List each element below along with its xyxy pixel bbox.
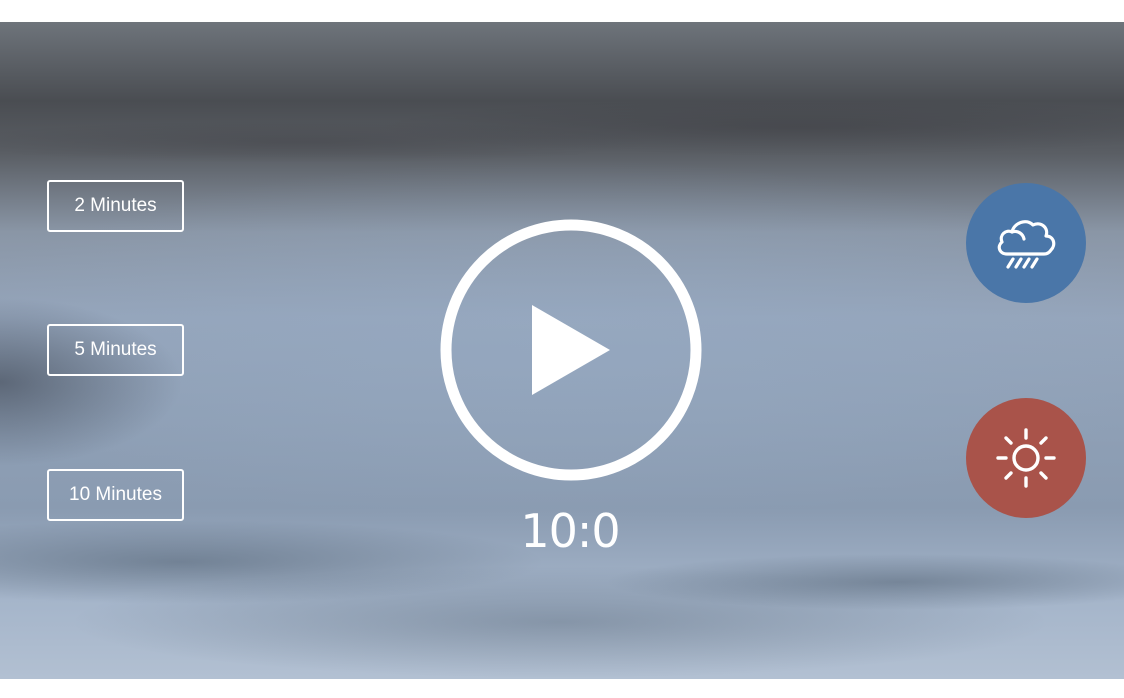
meditation-app: 2 Minutes 5 Minutes 10 Minutes 10:0 <box>0 22 1124 679</box>
duration-5-minutes-button[interactable]: 5 Minutes <box>47 324 184 376</box>
time-display: 10:0 <box>520 504 620 558</box>
play-button[interactable] <box>440 219 702 481</box>
duration-2-minutes-button[interactable]: 2 Minutes <box>47 180 184 232</box>
rain-button-bg <box>966 183 1086 303</box>
rain-sound-button[interactable] <box>966 183 1086 303</box>
duration-10-minutes-button[interactable]: 10 Minutes <box>47 469 184 521</box>
sun-icon <box>966 398 1086 518</box>
sun-button-bg <box>966 398 1086 518</box>
play-triangle <box>532 305 610 395</box>
play-icon <box>440 219 702 481</box>
sun-sound-button[interactable] <box>966 398 1086 518</box>
rain-cloud-icon <box>966 183 1086 303</box>
